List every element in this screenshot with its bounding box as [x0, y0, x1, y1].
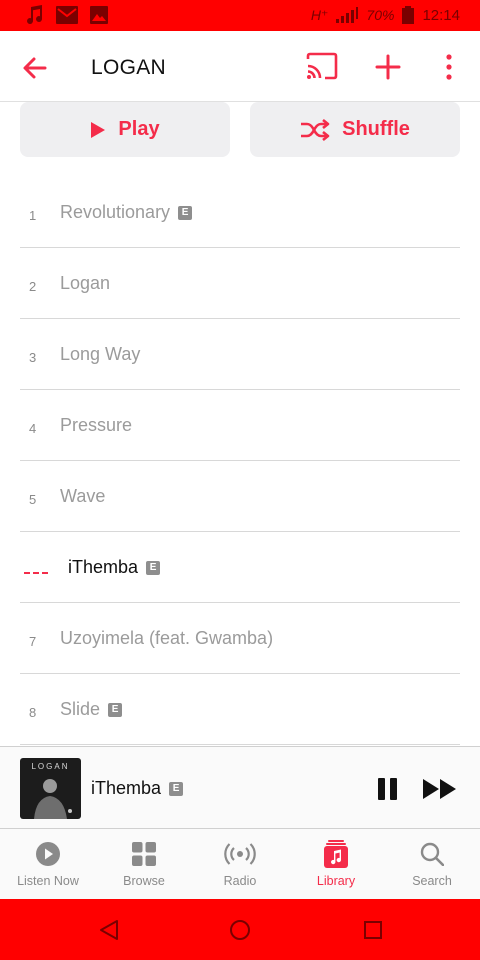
explicit-badge: E	[146, 560, 161, 575]
tab-label: Radio	[223, 874, 257, 888]
tab-label: Search	[412, 874, 452, 888]
battery-icon	[402, 6, 415, 24]
track-title: Uzoyimela (feat. Gwamba)	[60, 628, 274, 648]
pause-icon	[378, 778, 397, 800]
track-row-now-playing[interactable]: iThemba E	[20, 532, 460, 603]
back-button[interactable]	[20, 53, 50, 83]
nav-home-button[interactable]	[229, 919, 251, 941]
triangle-back-icon	[100, 920, 118, 940]
track-number: 3	[29, 350, 37, 365]
add-button[interactable]	[371, 51, 405, 83]
explicit-badge: E	[108, 702, 123, 717]
more-options-button[interactable]	[432, 51, 466, 83]
track-title-group: Wave	[60, 486, 105, 507]
track-title: Wave	[60, 486, 106, 506]
mail-notification-icon	[56, 6, 78, 24]
search-icon	[420, 842, 444, 866]
tab-listen-now[interactable]: Listen Now	[0, 829, 96, 899]
network-type: H⁺	[310, 6, 329, 23]
arrow-left-icon	[23, 57, 47, 79]
mini-player-title-group: iThemba E	[91, 778, 184, 799]
track-title-group: Long Way	[60, 344, 140, 365]
music-note-icon	[324, 840, 348, 868]
track-row[interactable]: 7 Uzoyimela (feat. Gwamba)	[20, 603, 460, 674]
grid-icon	[132, 842, 156, 866]
mini-player-title: iThemba	[91, 778, 162, 798]
track-title-group: Pressure	[60, 415, 132, 436]
track-number: 1	[29, 208, 37, 223]
explicit-badge: E	[178, 205, 193, 220]
plus-icon	[375, 54, 401, 80]
status-bar: H⁺ 70% 12:14	[0, 0, 480, 31]
now-playing-indicator	[24, 572, 48, 574]
tab-label: Browse	[123, 874, 165, 888]
tab-bar: Listen Now Browse Radio Library Search	[0, 829, 480, 899]
shuffle-icon	[301, 118, 330, 141]
play-button[interactable]: Play	[20, 102, 230, 157]
track-number: 5	[29, 492, 37, 507]
play-icon	[91, 121, 106, 138]
radio-icon	[224, 843, 256, 865]
circle-home-icon	[230, 920, 250, 940]
cast-button[interactable]	[305, 51, 339, 83]
app-header: LOGAN	[0, 31, 480, 102]
track-row[interactable]: 5 Wave	[20, 461, 460, 532]
image-notification-icon	[90, 6, 108, 24]
track-title-group: Logan	[60, 273, 110, 294]
nav-recents-button[interactable]	[362, 919, 384, 941]
mini-player[interactable]: LOGAN iThemba E	[0, 746, 480, 829]
clock: 12:14	[422, 6, 460, 24]
track-title-group: iThemba E	[68, 557, 161, 578]
tab-search[interactable]: Search	[384, 829, 480, 899]
play-button-label: Play	[118, 118, 160, 140]
track-title-group: Slide E	[60, 699, 123, 720]
track-number: 8	[29, 705, 37, 720]
explicit-badge: E	[169, 781, 184, 796]
more-vertical-icon	[446, 54, 452, 80]
battery-percent: 70%	[366, 7, 395, 23]
track-title: Slide	[60, 699, 101, 719]
page-title: LOGAN	[91, 56, 167, 79]
system-navigation-bar	[0, 899, 480, 960]
tab-library[interactable]: Library	[288, 829, 384, 899]
shuffle-button[interactable]: Shuffle	[250, 102, 460, 157]
square-recents-icon	[364, 921, 382, 939]
cast-icon	[306, 52, 338, 80]
track-row[interactable]: 3 Long Way	[20, 319, 460, 390]
pause-button[interactable]	[376, 777, 400, 801]
notification-icons	[24, 5, 108, 25]
track-title: Revolutionary	[60, 202, 171, 222]
track-row[interactable]: 2 Logan	[20, 248, 460, 319]
signal-icon	[336, 7, 359, 23]
next-track-button[interactable]	[422, 777, 458, 801]
track-title: iThemba	[68, 557, 139, 577]
tab-label: Listen Now	[17, 874, 79, 888]
track-title: Pressure	[60, 415, 133, 435]
tab-radio[interactable]: Radio	[192, 829, 288, 899]
album-art: LOGAN	[20, 758, 81, 819]
track-title-group: Revolutionary E	[60, 202, 193, 223]
tab-label: Library	[316, 874, 356, 888]
track-number: 4	[29, 421, 37, 436]
track-number: 2	[29, 279, 37, 294]
play-circle-icon	[36, 842, 60, 866]
album-art-figure	[34, 779, 72, 819]
track-number: 7	[29, 634, 37, 649]
track-row[interactable]: 4 Pressure	[20, 390, 460, 461]
tab-browse[interactable]: Browse	[96, 829, 192, 899]
track-title: Logan	[60, 273, 111, 293]
track-row[interactable]: 8 Slide E	[20, 674, 460, 745]
track-row[interactable]: 1 Revolutionary E	[20, 177, 460, 248]
fast-forward-icon	[423, 779, 456, 799]
system-status: H⁺ 70% 12:14	[311, 6, 460, 24]
nav-back-button[interactable]	[98, 919, 120, 941]
track-title: Long Way	[60, 344, 141, 364]
music-notification-icon	[27, 5, 43, 25]
track-title-group: Uzoyimela (feat. Gwamba)	[60, 628, 273, 649]
shuffle-button-label: Shuffle	[342, 118, 410, 140]
